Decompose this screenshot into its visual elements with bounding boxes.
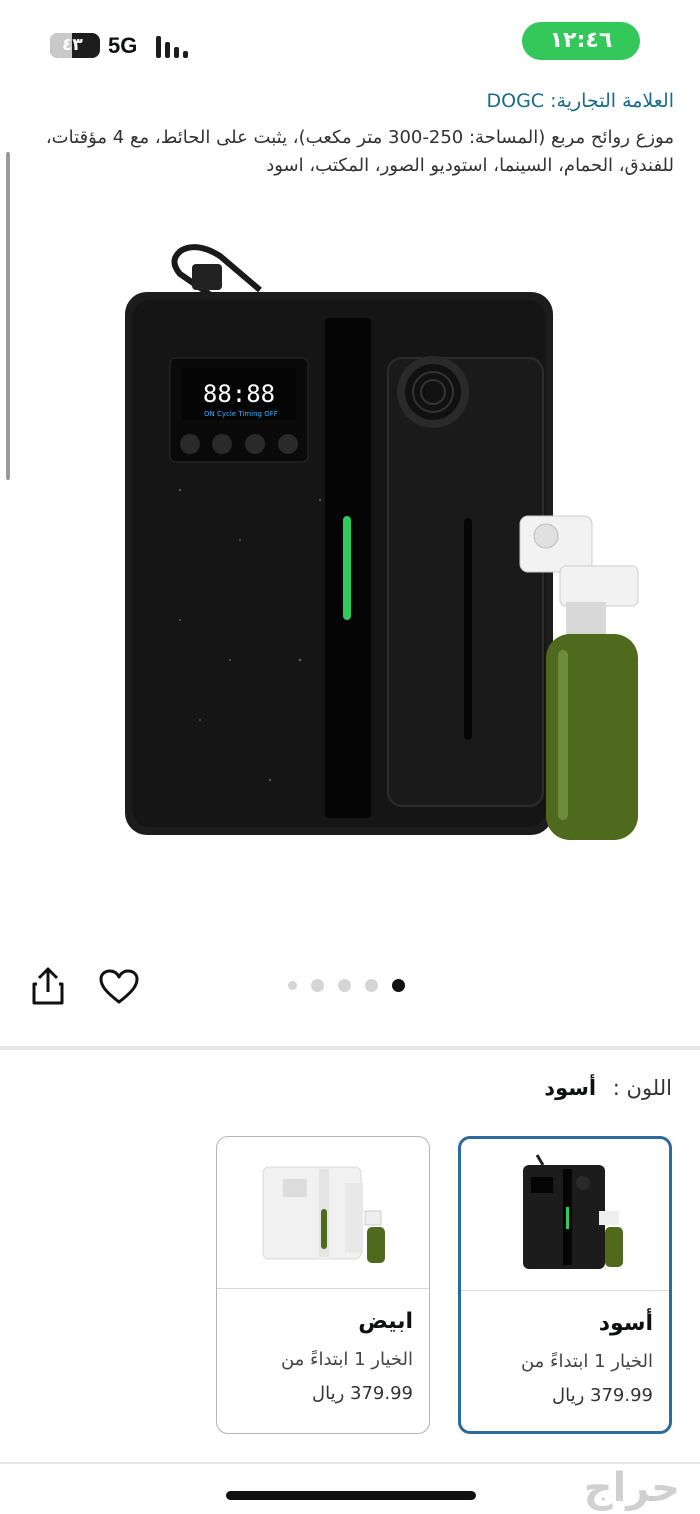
pager-dot[interactable]	[338, 978, 351, 992]
brand-link[interactable]: العلامة التجارية: DOGC	[487, 90, 675, 112]
image-pager[interactable]	[288, 977, 405, 993]
variant-name: أسود	[598, 1311, 653, 1336]
variant-price: 379.99 ريال	[552, 1385, 653, 1406]
variant-thumb-black	[461, 1139, 669, 1291]
pager-dot[interactable]	[365, 978, 378, 992]
product-image[interactable]: 88:88 ON Cycle Timing OFF	[120, 240, 650, 850]
variant-option: الخيار 1 ابتداءً من	[280, 1349, 413, 1370]
variant-card-white[interactable]: ابيض الخيار 1 ابتداءً من 379.99 ريال	[216, 1136, 430, 1434]
watermark-logo: حراج	[583, 1465, 680, 1511]
pager-dot-active[interactable]	[392, 978, 405, 992]
share-icon[interactable]	[30, 966, 66, 1006]
clock-pill[interactable]: ١٢:٤٦	[522, 22, 640, 60]
svg-text:ON Cycle Timing OFF: ON Cycle Timing OFF	[204, 410, 278, 418]
variant-option: الخيار 1 ابتداءً من	[520, 1351, 653, 1372]
color-selector: اللون : أسود	[544, 1076, 672, 1100]
color-label: اللون :	[612, 1076, 672, 1100]
product-title: موزع روائح مربع (المساحة: 250-300 متر مك…	[45, 127, 674, 176]
bottom-divider	[0, 1462, 700, 1464]
status-bar: ٤٣ 5G ١٢:٤٦	[0, 0, 700, 80]
pager-dot[interactable]	[311, 978, 324, 992]
heart-icon[interactable]	[98, 968, 140, 1006]
color-selected-value: أسود	[544, 1076, 597, 1100]
scrollbar[interactable]	[6, 152, 10, 480]
section-divider	[0, 1046, 700, 1050]
battery-level: ٤٣	[62, 35, 83, 55]
battery-icon: ٤٣	[50, 33, 100, 58]
network-type: 5G	[108, 33, 138, 58]
variant-price: 379.99 ريال	[312, 1383, 413, 1404]
variant-name: ابيض	[358, 1309, 413, 1334]
clock-time: ١٢:٤٦	[549, 28, 613, 53]
variant-card-black[interactable]: أسود الخيار 1 ابتداءً من 379.99 ريال	[458, 1136, 672, 1434]
variant-thumb-white	[217, 1137, 429, 1289]
signal-icon	[156, 34, 192, 58]
device-display: 88:88	[203, 380, 275, 408]
pager-dot[interactable]	[288, 980, 297, 990]
home-indicator[interactable]	[226, 1491, 476, 1500]
